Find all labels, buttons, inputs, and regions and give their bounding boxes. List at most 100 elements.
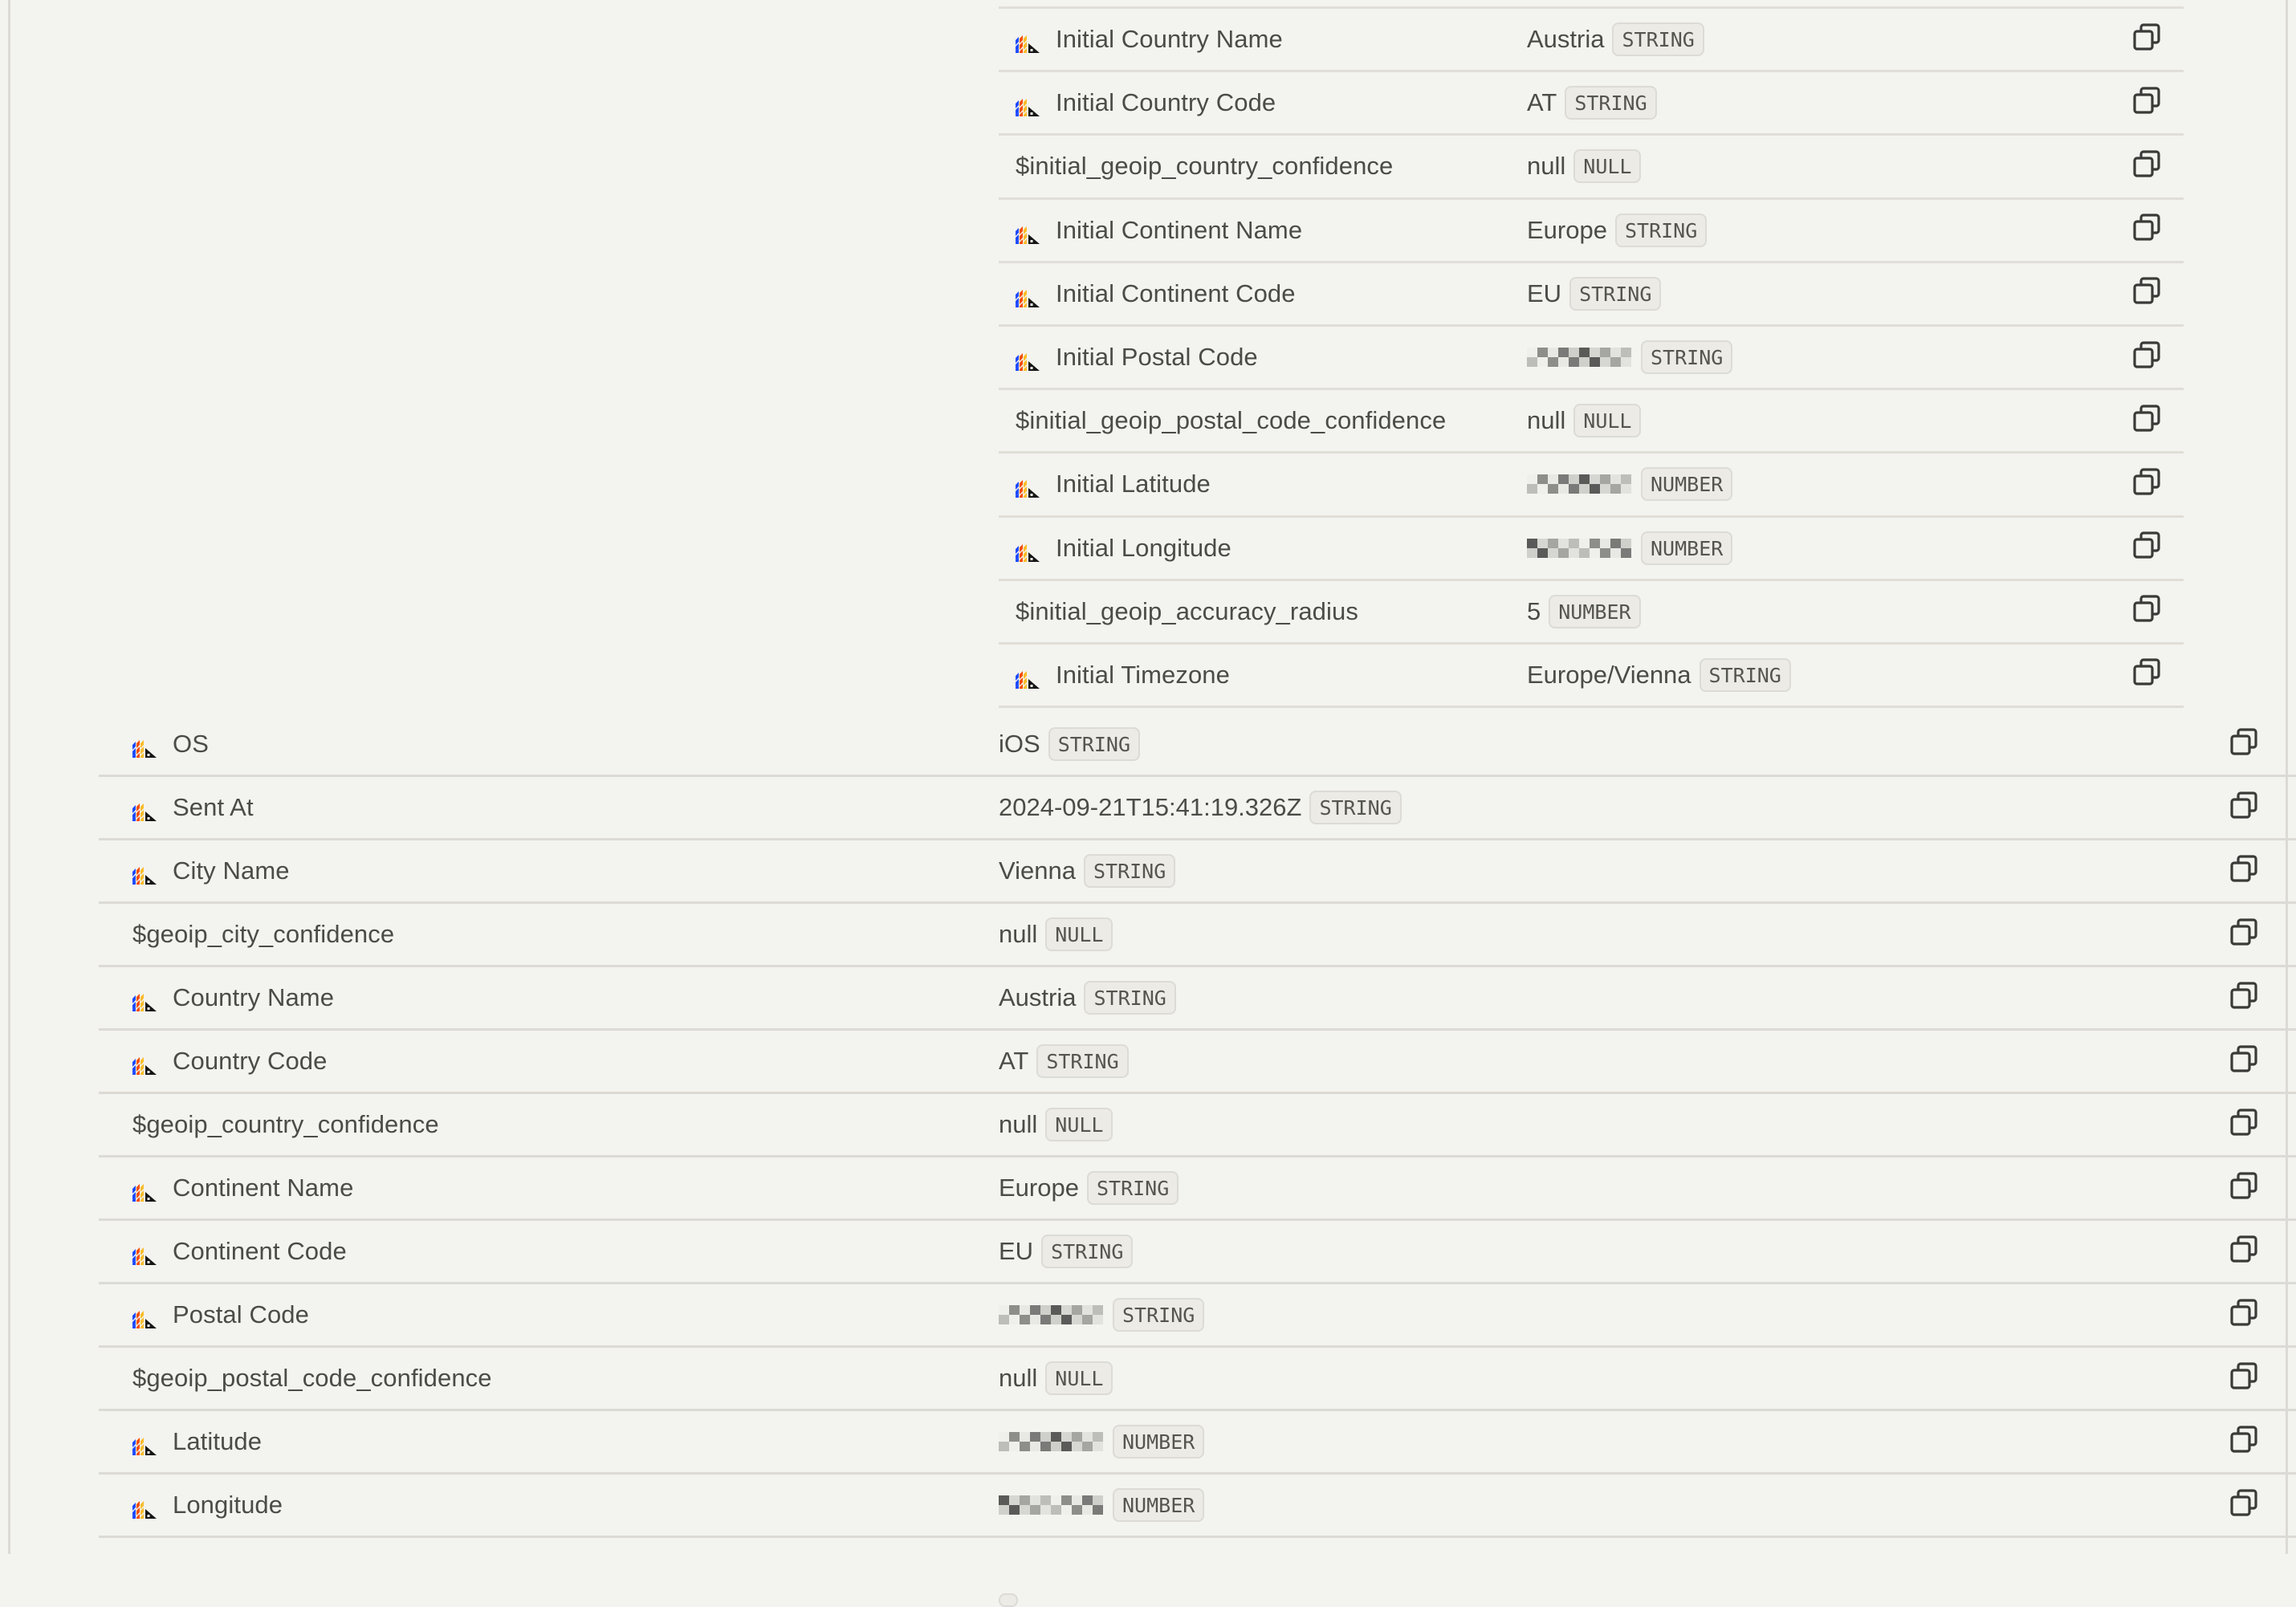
redacted-pixel bbox=[1051, 1442, 1061, 1451]
property-type-badge: STRING bbox=[1036, 1044, 1129, 1078]
redacted-pixel bbox=[1558, 357, 1569, 368]
property-key: Initial Longitude bbox=[1016, 534, 1231, 563]
redacted-value bbox=[999, 1432, 1103, 1451]
property-row: $initial_geoip_postal_code_confidence nu… bbox=[999, 390, 2184, 454]
redacted-pixel bbox=[1082, 1495, 1093, 1505]
property-key-label: $initial_geoip_accuracy_radius bbox=[1016, 596, 1358, 625]
property-key: Initial Continent Name bbox=[1016, 216, 1302, 245]
property-key-label: Country Name bbox=[173, 983, 335, 1011]
redacted-pixel bbox=[1020, 1305, 1030, 1315]
copy-button[interactable] bbox=[2131, 214, 2163, 246]
redacted-pixel bbox=[1072, 1432, 1082, 1442]
redacted-pixel bbox=[1040, 1442, 1051, 1451]
copy-button[interactable] bbox=[2131, 340, 2163, 373]
copy-button[interactable] bbox=[2228, 1171, 2260, 1206]
property-value: AT STRING bbox=[999, 1044, 1129, 1078]
posthog-logo-icon bbox=[1016, 666, 1046, 689]
property-key-label: Initial Country Name bbox=[1056, 25, 1283, 54]
redacted-pixel bbox=[999, 1442, 1009, 1451]
property-row: $geoip_country_confidence null NULL bbox=[99, 1094, 2296, 1157]
property-key-label: Initial Continent Code bbox=[1056, 279, 1296, 307]
posthog-logo-icon bbox=[132, 735, 163, 758]
property-value: EU STRING bbox=[1527, 276, 1662, 311]
copy-button[interactable] bbox=[2131, 594, 2163, 629]
redacted-pixel bbox=[999, 1315, 1009, 1324]
copy-button[interactable] bbox=[2228, 791, 2260, 824]
property-key: City Name bbox=[132, 856, 290, 885]
property-value: NUMBER bbox=[999, 1425, 1205, 1459]
copy-icon bbox=[2229, 981, 2259, 1015]
redacted-pixel bbox=[1093, 1505, 1103, 1515]
property-key-label: Country Code bbox=[173, 1047, 328, 1075]
redacted-pixel bbox=[1527, 484, 1537, 494]
redacted-pixel bbox=[1030, 1432, 1040, 1442]
property-row: Initial Latitude NUMBER bbox=[999, 454, 2184, 518]
property-row: Postal Code STRING bbox=[99, 1284, 2296, 1348]
copy-button[interactable] bbox=[2131, 468, 2163, 500]
copy-icon bbox=[2229, 1171, 2259, 1206]
redacted-pixel bbox=[1020, 1505, 1030, 1515]
copy-button[interactable] bbox=[2131, 87, 2163, 119]
redacted-pixel bbox=[1610, 474, 1621, 485]
property-row: OS iOS STRING bbox=[99, 714, 2296, 777]
redacted-pixel bbox=[1061, 1432, 1072, 1442]
copy-button[interactable] bbox=[2228, 917, 2260, 950]
property-key: Longitude bbox=[132, 1491, 283, 1520]
property-value bbox=[999, 1533, 1018, 1607]
copy-icon bbox=[2131, 531, 2162, 565]
redacted-pixel bbox=[1537, 474, 1548, 485]
property-type-badge: NUMBER bbox=[1113, 1425, 1205, 1459]
posthog-logo-icon bbox=[1016, 539, 1046, 562]
copy-button[interactable] bbox=[2228, 854, 2260, 889]
property-row: Initial Continent Code EU STRING bbox=[999, 263, 2184, 327]
property-type-badge: STRING bbox=[1086, 1171, 1179, 1205]
copy-button[interactable] bbox=[2131, 531, 2163, 565]
copy-button[interactable] bbox=[2228, 1044, 2260, 1077]
property-value-text: Austria bbox=[999, 983, 1077, 1011]
redacted-pixel bbox=[1621, 547, 1631, 558]
property-value: Europe STRING bbox=[1527, 213, 1708, 247]
property-value: iOS STRING bbox=[999, 727, 1140, 761]
posthog-logo-icon bbox=[1016, 285, 1046, 307]
redacted-pixel bbox=[1040, 1495, 1051, 1505]
property-key-label: Initial Longitude bbox=[1056, 533, 1231, 562]
property-value: STRING bbox=[1527, 340, 1733, 375]
copy-button[interactable] bbox=[2228, 727, 2260, 760]
copy-icon bbox=[2229, 854, 2259, 889]
property-type-badge: NUMBER bbox=[1549, 594, 1641, 629]
property-key: Sent At bbox=[132, 793, 254, 822]
redacted-pixel bbox=[1051, 1432, 1061, 1442]
redacted-pixel bbox=[1621, 538, 1631, 548]
redacted-pixel bbox=[1621, 348, 1631, 358]
copy-button[interactable] bbox=[2131, 405, 2163, 437]
copy-button[interactable] bbox=[2228, 1298, 2260, 1331]
property-value-text: Vienna bbox=[999, 856, 1076, 885]
redacted-pixel bbox=[1610, 538, 1621, 548]
redacted-pixel bbox=[1548, 357, 1558, 368]
copy-button[interactable] bbox=[2228, 1235, 2260, 1267]
copy-button[interactable] bbox=[2228, 1488, 2260, 1521]
property-row: Initial Country Code AT STRING bbox=[999, 72, 2184, 136]
copy-icon bbox=[2131, 149, 2162, 184]
redacted-pixel bbox=[1621, 484, 1631, 494]
copy-button[interactable] bbox=[2228, 1425, 2260, 1458]
redacted-pixel bbox=[1558, 348, 1569, 358]
copy-icon bbox=[2131, 86, 2162, 120]
copy-button[interactable] bbox=[2131, 658, 2163, 691]
property-key-label: OS bbox=[173, 730, 209, 758]
redacted-pixel bbox=[1051, 1305, 1061, 1315]
copy-button[interactable] bbox=[2228, 1108, 2260, 1141]
properties-table: OS iOS STRING Sent At 2024-09-21T15:41:1… bbox=[99, 714, 2296, 1607]
redacted-pixel bbox=[1548, 348, 1558, 358]
copy-button[interactable] bbox=[2228, 1361, 2260, 1394]
copy-button[interactable] bbox=[2228, 981, 2260, 1015]
property-key-label: Initial Continent Name bbox=[1056, 215, 1303, 244]
copy-button[interactable] bbox=[2131, 22, 2163, 55]
property-type-badge: STRING bbox=[1641, 340, 1733, 375]
redacted-pixel bbox=[1590, 538, 1600, 548]
property-key: Initial Country Code bbox=[1016, 88, 1276, 117]
copy-button[interactable] bbox=[2131, 150, 2163, 182]
copy-button[interactable] bbox=[2131, 277, 2163, 310]
property-key-label: Latitude bbox=[173, 1427, 263, 1455]
copy-icon bbox=[2131, 594, 2162, 629]
